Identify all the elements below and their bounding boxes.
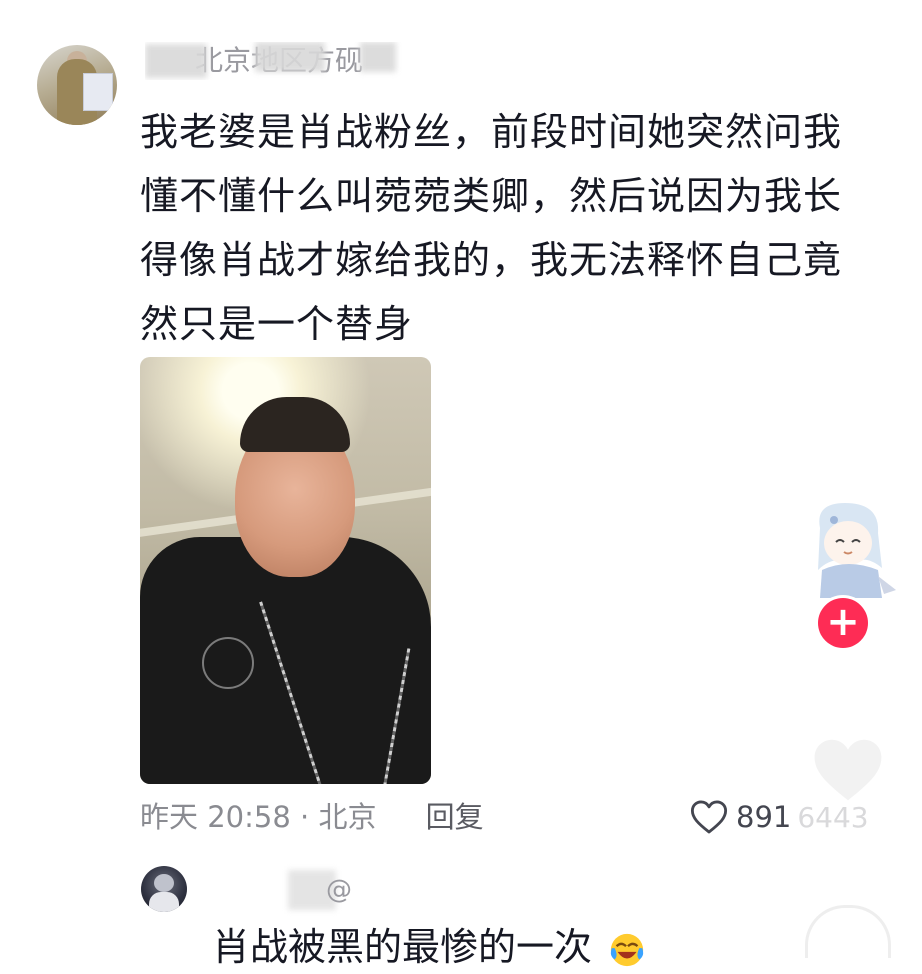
faded-overlay-button <box>805 905 891 958</box>
crying-laughing-emoji-icon <box>610 933 644 966</box>
avatar-head <box>154 874 174 892</box>
add-sticker-button[interactable]: + <box>818 598 868 648</box>
photo-emblem <box>202 637 254 689</box>
comment-meta: 昨天 20:58 · 北京 回复 <box>140 797 484 837</box>
overlay-like-count: 6443 <box>797 800 869 834</box>
avatar-body <box>149 892 179 912</box>
commenter-avatar[interactable] <box>37 45 117 125</box>
comment-text: 我老婆是肖战粉丝，前段时间她突然问我懂不懂什么叫菀菀类卿，然后说因为我长得像肖战… <box>140 110 843 346</box>
reply-button[interactable]: 回复 <box>426 800 484 834</box>
mention-symbol: @ <box>326 875 352 905</box>
avatar-card <box>83 73 113 111</box>
commenter-username[interactable]: 北京地区方砚 <box>145 42 405 80</box>
faded-heart-icon <box>814 739 882 801</box>
username-redaction <box>145 44 207 78</box>
heart-icon[interactable] <box>690 799 728 835</box>
reply-avatar[interactable] <box>141 866 187 912</box>
reply-text: 肖战被黑的最惨的一次 <box>212 925 593 969</box>
photo-hair <box>240 397 350 452</box>
comment-timestamp: 昨天 20:58 · 北京 <box>140 800 377 834</box>
reply-username[interactable]: @ <box>290 870 352 910</box>
comment-photo[interactable] <box>140 357 431 784</box>
username-redaction <box>255 42 325 72</box>
username-redaction <box>360 42 396 72</box>
like-count: 891 <box>736 800 792 834</box>
